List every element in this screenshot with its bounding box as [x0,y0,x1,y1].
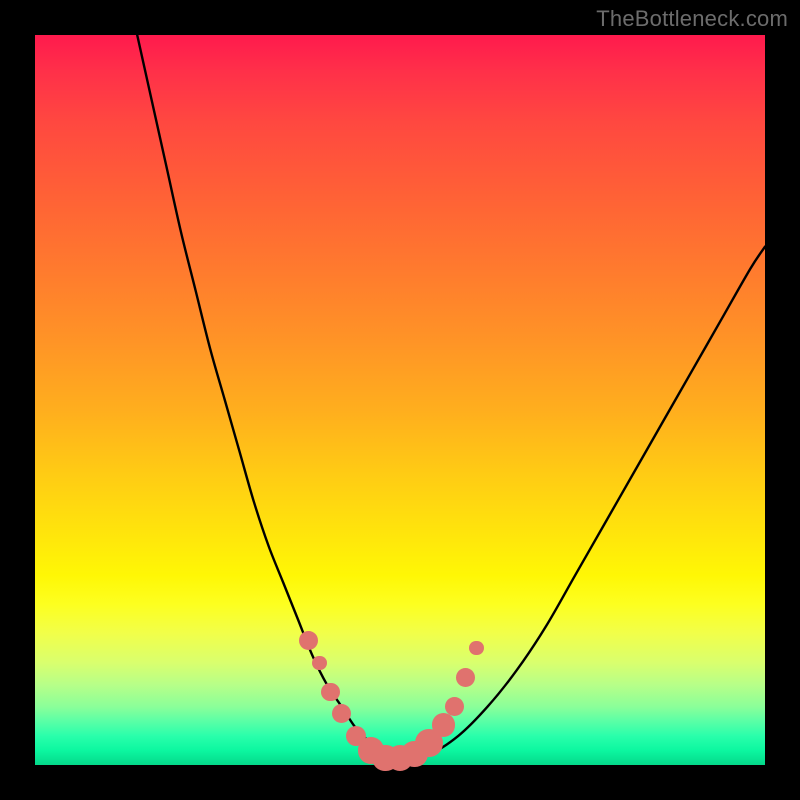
curve-path [137,35,765,758]
curve-marker [312,656,327,671]
watermark-text: TheBottleneck.com [596,6,788,32]
curve-marker [432,713,455,736]
curve-marker [456,668,475,687]
plot-area [35,35,765,765]
bottleneck-curve [35,35,765,765]
chart-frame: TheBottleneck.com [0,0,800,800]
